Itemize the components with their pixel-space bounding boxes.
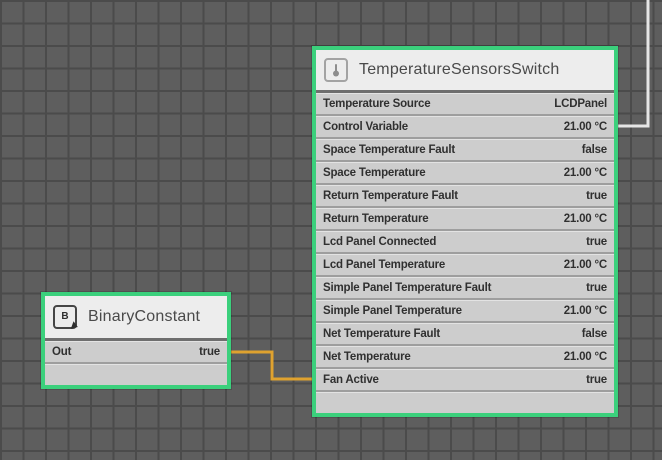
row-value: true (586, 374, 607, 386)
row-label: Return Temperature (323, 213, 428, 225)
wiresheet-canvas[interactable]: TemperatureSensorsSwitch Temperature Sou… (0, 0, 662, 460)
wire-control-variable-offscreen[interactable] (614, 0, 648, 126)
row-space-temperature[interactable]: Space Temperature 21.00 °C (316, 162, 614, 183)
row-net-temperature-fault[interactable]: Net Temperature Fault false (316, 323, 614, 344)
row-simple-panel-temperature-fault[interactable]: Simple Panel Temperature Fault true (316, 277, 614, 298)
row-return-temperature[interactable]: Return Temperature 21.00 °C (316, 208, 614, 229)
empty-row (45, 364, 227, 385)
row-label: Temperature Source (323, 98, 430, 110)
row-net-temperature[interactable]: Net Temperature 21.00 °C (316, 346, 614, 367)
row-label: Simple Panel Temperature (323, 305, 462, 317)
row-simple-panel-temperature[interactable]: Simple Panel Temperature 21.00 °C (316, 300, 614, 321)
row-value: 21.00 °C (564, 305, 607, 317)
row-label: Lcd Panel Connected (323, 236, 436, 248)
row-value: true (586, 282, 607, 294)
row-lcd-panel-connected[interactable]: Lcd Panel Connected true (316, 231, 614, 252)
row-label: Fan Active (323, 374, 379, 386)
row-value: 21.00 °C (564, 121, 607, 133)
row-value: LCDPanel (554, 98, 607, 110)
node-title: BinaryConstant (88, 308, 200, 326)
row-out[interactable]: Out true (45, 341, 227, 362)
node-header[interactable]: B BinaryConstant (45, 296, 227, 338)
node-temperature-sensors-switch[interactable]: TemperatureSensorsSwitch Temperature Sou… (312, 46, 618, 417)
node-header[interactable]: TemperatureSensorsSwitch (316, 50, 614, 90)
row-value: false (582, 328, 607, 340)
row-value: true (586, 190, 607, 202)
row-label: Lcd Panel Temperature (323, 259, 445, 271)
row-label: Net Temperature (323, 351, 411, 363)
thermometer-icon (324, 58, 348, 82)
binary-constant-icon: B (53, 305, 77, 329)
row-fan-active[interactable]: Fan Active true (316, 369, 614, 390)
row-label: Net Temperature Fault (323, 328, 440, 340)
row-value: true (586, 236, 607, 248)
row-label: Simple Panel Temperature Fault (323, 282, 491, 294)
row-temperature-source[interactable]: Temperature Source LCDPanel (316, 93, 614, 114)
row-control-variable[interactable]: Control Variable 21.00 °C (316, 116, 614, 137)
row-label: Return Temperature Fault (323, 190, 458, 202)
row-value: 21.00 °C (564, 351, 607, 363)
row-value: false (582, 144, 607, 156)
empty-row (316, 392, 614, 413)
row-label: Out (52, 346, 71, 358)
row-label: Space Temperature (323, 167, 426, 179)
arrow-glyph (71, 321, 79, 331)
row-value: true (199, 346, 220, 358)
row-value: 21.00 °C (564, 213, 607, 225)
wire-binaryconstant-out-to-fan-active[interactable] (228, 352, 316, 379)
property-rows: Out true (45, 341, 227, 385)
row-return-temperature-fault[interactable]: Return Temperature Fault true (316, 185, 614, 206)
row-label: Control Variable (323, 121, 408, 133)
node-binary-constant[interactable]: B BinaryConstant Out true (41, 292, 231, 389)
node-title: TemperatureSensorsSwitch (359, 61, 559, 79)
row-label: Space Temperature Fault (323, 144, 455, 156)
row-lcd-panel-temperature[interactable]: Lcd Panel Temperature 21.00 °C (316, 254, 614, 275)
row-value: 21.00 °C (564, 259, 607, 271)
row-value: 21.00 °C (564, 167, 607, 179)
property-rows: Temperature Source LCDPanel Control Vari… (316, 93, 614, 413)
row-space-temperature-fault[interactable]: Space Temperature Fault false (316, 139, 614, 160)
